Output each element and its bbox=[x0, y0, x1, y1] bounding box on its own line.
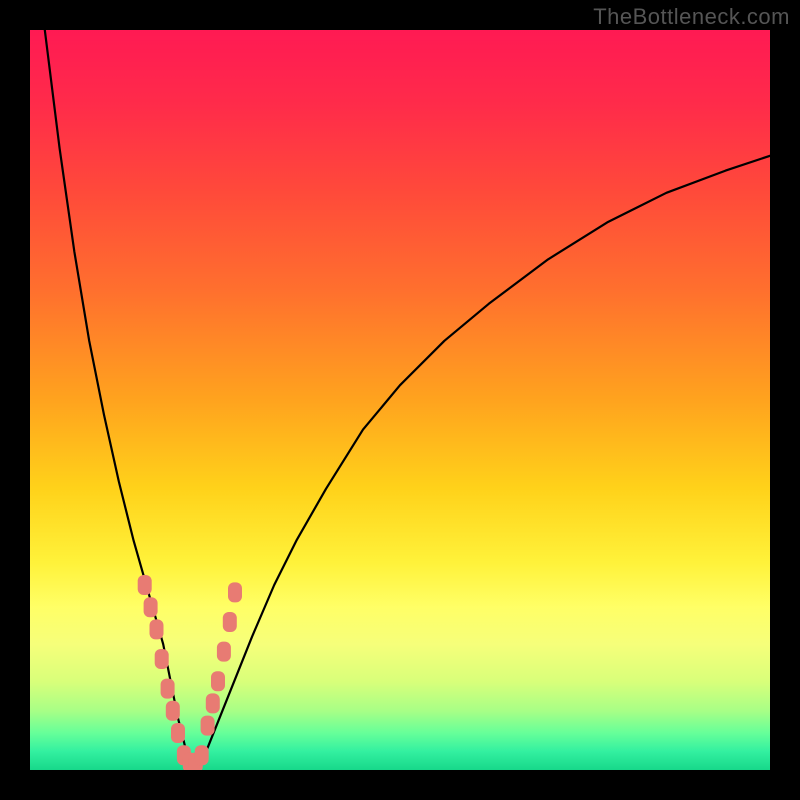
chart-marker bbox=[138, 575, 152, 595]
chart-marker bbox=[161, 679, 175, 699]
chart-marker bbox=[166, 701, 180, 721]
chart-marker bbox=[201, 716, 215, 736]
chart-marker bbox=[195, 745, 209, 765]
chart-marker bbox=[171, 723, 185, 743]
chart-marker bbox=[217, 642, 231, 662]
outer-frame: TheBottleneck.com bbox=[0, 0, 800, 800]
chart-marker bbox=[211, 671, 225, 691]
plot-area bbox=[30, 30, 770, 770]
chart-marker bbox=[223, 612, 237, 632]
chart-svg bbox=[30, 30, 770, 770]
watermark-text: TheBottleneck.com bbox=[593, 4, 790, 30]
chart-marker bbox=[206, 693, 220, 713]
chart-marker bbox=[144, 597, 158, 617]
chart-marker bbox=[150, 619, 164, 639]
chart-line bbox=[45, 30, 770, 763]
chart-marker bbox=[155, 649, 169, 669]
chart-marker bbox=[228, 582, 242, 602]
